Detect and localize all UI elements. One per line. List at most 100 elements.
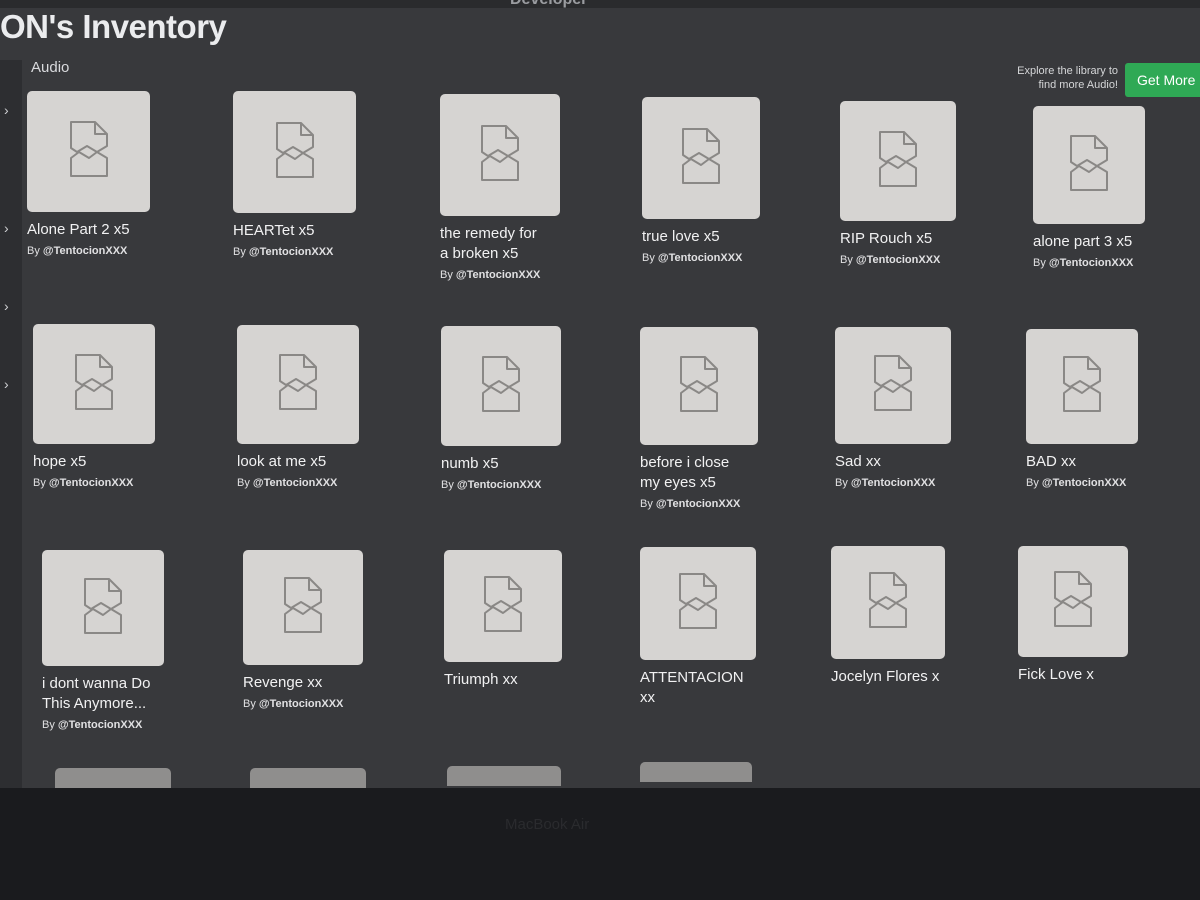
by-prefix: By (233, 246, 246, 258)
item-creator: By @TentocionXXX (237, 477, 399, 489)
item-thumbnail[interactable] (642, 97, 760, 219)
inventory-item[interactable]: ATTENTACION xx (640, 547, 796, 708)
creator-handle[interactable]: @TentocionXXX (49, 477, 133, 489)
inventory-item[interactable]: Sad xx By @TentocionXXX (835, 327, 991, 489)
chevron-right-icon[interactable]: › (4, 376, 9, 392)
creator-handle[interactable]: @TentocionXXX (851, 477, 935, 489)
item-thumbnail[interactable] (441, 326, 561, 446)
item-thumbnail[interactable] (831, 546, 945, 659)
item-creator: By @TentocionXXX (640, 498, 798, 510)
chevron-right-icon[interactable]: › (4, 102, 9, 118)
item-name[interactable]: Jocelyn Flores x (831, 667, 985, 687)
inventory-item[interactable]: Revenge xx By @TentocionXXX (243, 550, 403, 710)
item-thumbnail[interactable] (1018, 546, 1128, 657)
broken-file-icon (1056, 353, 1108, 420)
promo-text: Explore the library to find more Audio! (1017, 65, 1118, 91)
item-name[interactable]: the remedy for a broken x5 (440, 224, 600, 264)
item-thumbnail[interactable] (840, 101, 956, 221)
item-name[interactable]: true love x5 (642, 227, 800, 247)
by-prefix: By (642, 252, 655, 264)
item-name[interactable]: i dont wanna Do This Anymore... (42, 674, 204, 714)
item-name[interactable]: Alone Part 2 x5 (27, 220, 190, 240)
inventory-item[interactable]: true love x5 By @TentocionXXX (642, 97, 800, 264)
item-thumbnail[interactable] (1026, 329, 1138, 444)
broken-file-icon (477, 573, 529, 640)
broken-file-icon (675, 125, 727, 192)
creator-handle[interactable]: @TentocionXXX (656, 498, 740, 510)
inventory-item[interactable]: hope x5 By @TentocionXXX (33, 324, 195, 489)
item-name[interactable]: HEARTet x5 (233, 221, 396, 241)
by-prefix: By (840, 254, 853, 266)
item-thumbnail[interactable] (42, 550, 164, 666)
item-name[interactable]: alone part 3 x5 (1033, 232, 1185, 252)
by-prefix: By (1026, 477, 1039, 489)
get-more-button[interactable]: Get More (1125, 63, 1200, 97)
item-name[interactable]: hope x5 (33, 452, 195, 472)
item-thumbnail-partial[interactable] (250, 768, 366, 788)
item-name[interactable]: Revenge xx (243, 673, 403, 693)
broken-file-icon (63, 118, 115, 185)
creator-handle[interactable]: @TentocionXXX (1049, 257, 1133, 269)
inventory-item[interactable]: Jocelyn Flores x (831, 546, 985, 687)
item-thumbnail[interactable] (444, 550, 562, 662)
creator-handle[interactable]: @TentocionXXX (856, 254, 940, 266)
window-title: Developer (510, 0, 587, 9)
item-thumbnail[interactable] (640, 547, 756, 660)
creator-handle[interactable]: @TentocionXXX (456, 269, 540, 281)
item-thumbnail[interactable] (233, 91, 356, 213)
device-label: MacBook Air (505, 816, 590, 833)
creator-handle[interactable]: @TentocionXXX (43, 245, 127, 257)
chevron-right-icon[interactable]: › (4, 298, 9, 314)
inventory-item[interactable]: numb x5 By @TentocionXXX (441, 326, 601, 491)
item-thumbnail-partial[interactable] (640, 762, 752, 782)
item-thumbnail[interactable] (237, 325, 359, 444)
page-title: ON's Inventory (0, 8, 227, 45)
creator-handle[interactable]: @TentocionXXX (249, 246, 333, 258)
sidebar: › › › › (0, 60, 22, 788)
inventory-item[interactable]: look at me x5 By @TentocionXXX (237, 325, 399, 489)
inventory-item[interactable]: alone part 3 x5 By @TentocionXXX (1033, 106, 1185, 269)
item-thumbnail[interactable] (27, 91, 150, 212)
window-title-bar: Developer (0, 0, 1200, 8)
item-thumbnail[interactable] (440, 94, 560, 216)
inventory-item[interactable]: BAD xx By @TentocionXXX (1026, 329, 1178, 489)
inventory-item[interactable]: Fick Love x (1018, 546, 1168, 685)
item-name[interactable]: Triumph xx (444, 670, 602, 690)
item-thumbnail[interactable] (1033, 106, 1145, 224)
item-thumbnail[interactable] (640, 327, 758, 445)
item-thumbnail[interactable] (33, 324, 155, 444)
item-thumbnail-partial[interactable] (447, 766, 561, 786)
item-name[interactable]: look at me x5 (237, 452, 399, 472)
item-name[interactable]: before i close my eyes x5 (640, 453, 798, 493)
item-name[interactable]: RIP Rouch x5 (840, 229, 996, 249)
item-creator: By @TentocionXXX (233, 246, 396, 258)
by-prefix: By (243, 698, 256, 710)
item-name[interactable]: Sad xx (835, 452, 991, 472)
inventory-item[interactable]: before i close my eyes x5 By @TentocionXX… (640, 327, 798, 510)
creator-handle[interactable]: @TentocionXXX (58, 719, 142, 731)
inventory-item[interactable]: the remedy for a broken x5 By @TentocionX… (440, 94, 600, 281)
item-thumbnail[interactable] (835, 327, 951, 444)
creator-handle[interactable]: @TentocionXXX (253, 477, 337, 489)
creator-handle[interactable]: @TentocionXXX (1042, 477, 1126, 489)
item-name[interactable]: BAD xx (1026, 452, 1178, 472)
inventory-item[interactable]: i dont wanna Do This Anymore... By @Tento… (42, 550, 204, 731)
chevron-right-icon[interactable]: › (4, 220, 9, 236)
item-name[interactable]: numb x5 (441, 454, 601, 474)
item-name[interactable]: ATTENTACION xx (640, 668, 796, 708)
broken-file-icon (277, 574, 329, 641)
creator-handle[interactable]: @TentocionXXX (658, 252, 742, 264)
item-creator: By @TentocionXXX (1026, 477, 1178, 489)
by-prefix: By (42, 719, 55, 731)
creator-handle[interactable]: @TentocionXXX (259, 698, 343, 710)
by-prefix: By (33, 477, 46, 489)
inventory-item[interactable]: Alone Part 2 x5 By @TentocionXXX (27, 91, 190, 257)
creator-handle[interactable]: @TentocionXXX (457, 479, 541, 491)
item-thumbnail-partial[interactable] (55, 768, 171, 788)
item-name[interactable]: Fick Love x (1018, 665, 1168, 685)
item-thumbnail[interactable] (243, 550, 363, 665)
inventory-item[interactable]: HEARTet x5 By @TentocionXXX (233, 91, 396, 258)
inventory-item[interactable]: RIP Rouch x5 By @TentocionXXX (840, 101, 996, 266)
by-prefix: By (27, 245, 40, 257)
inventory-item[interactable]: Triumph xx (444, 550, 602, 690)
